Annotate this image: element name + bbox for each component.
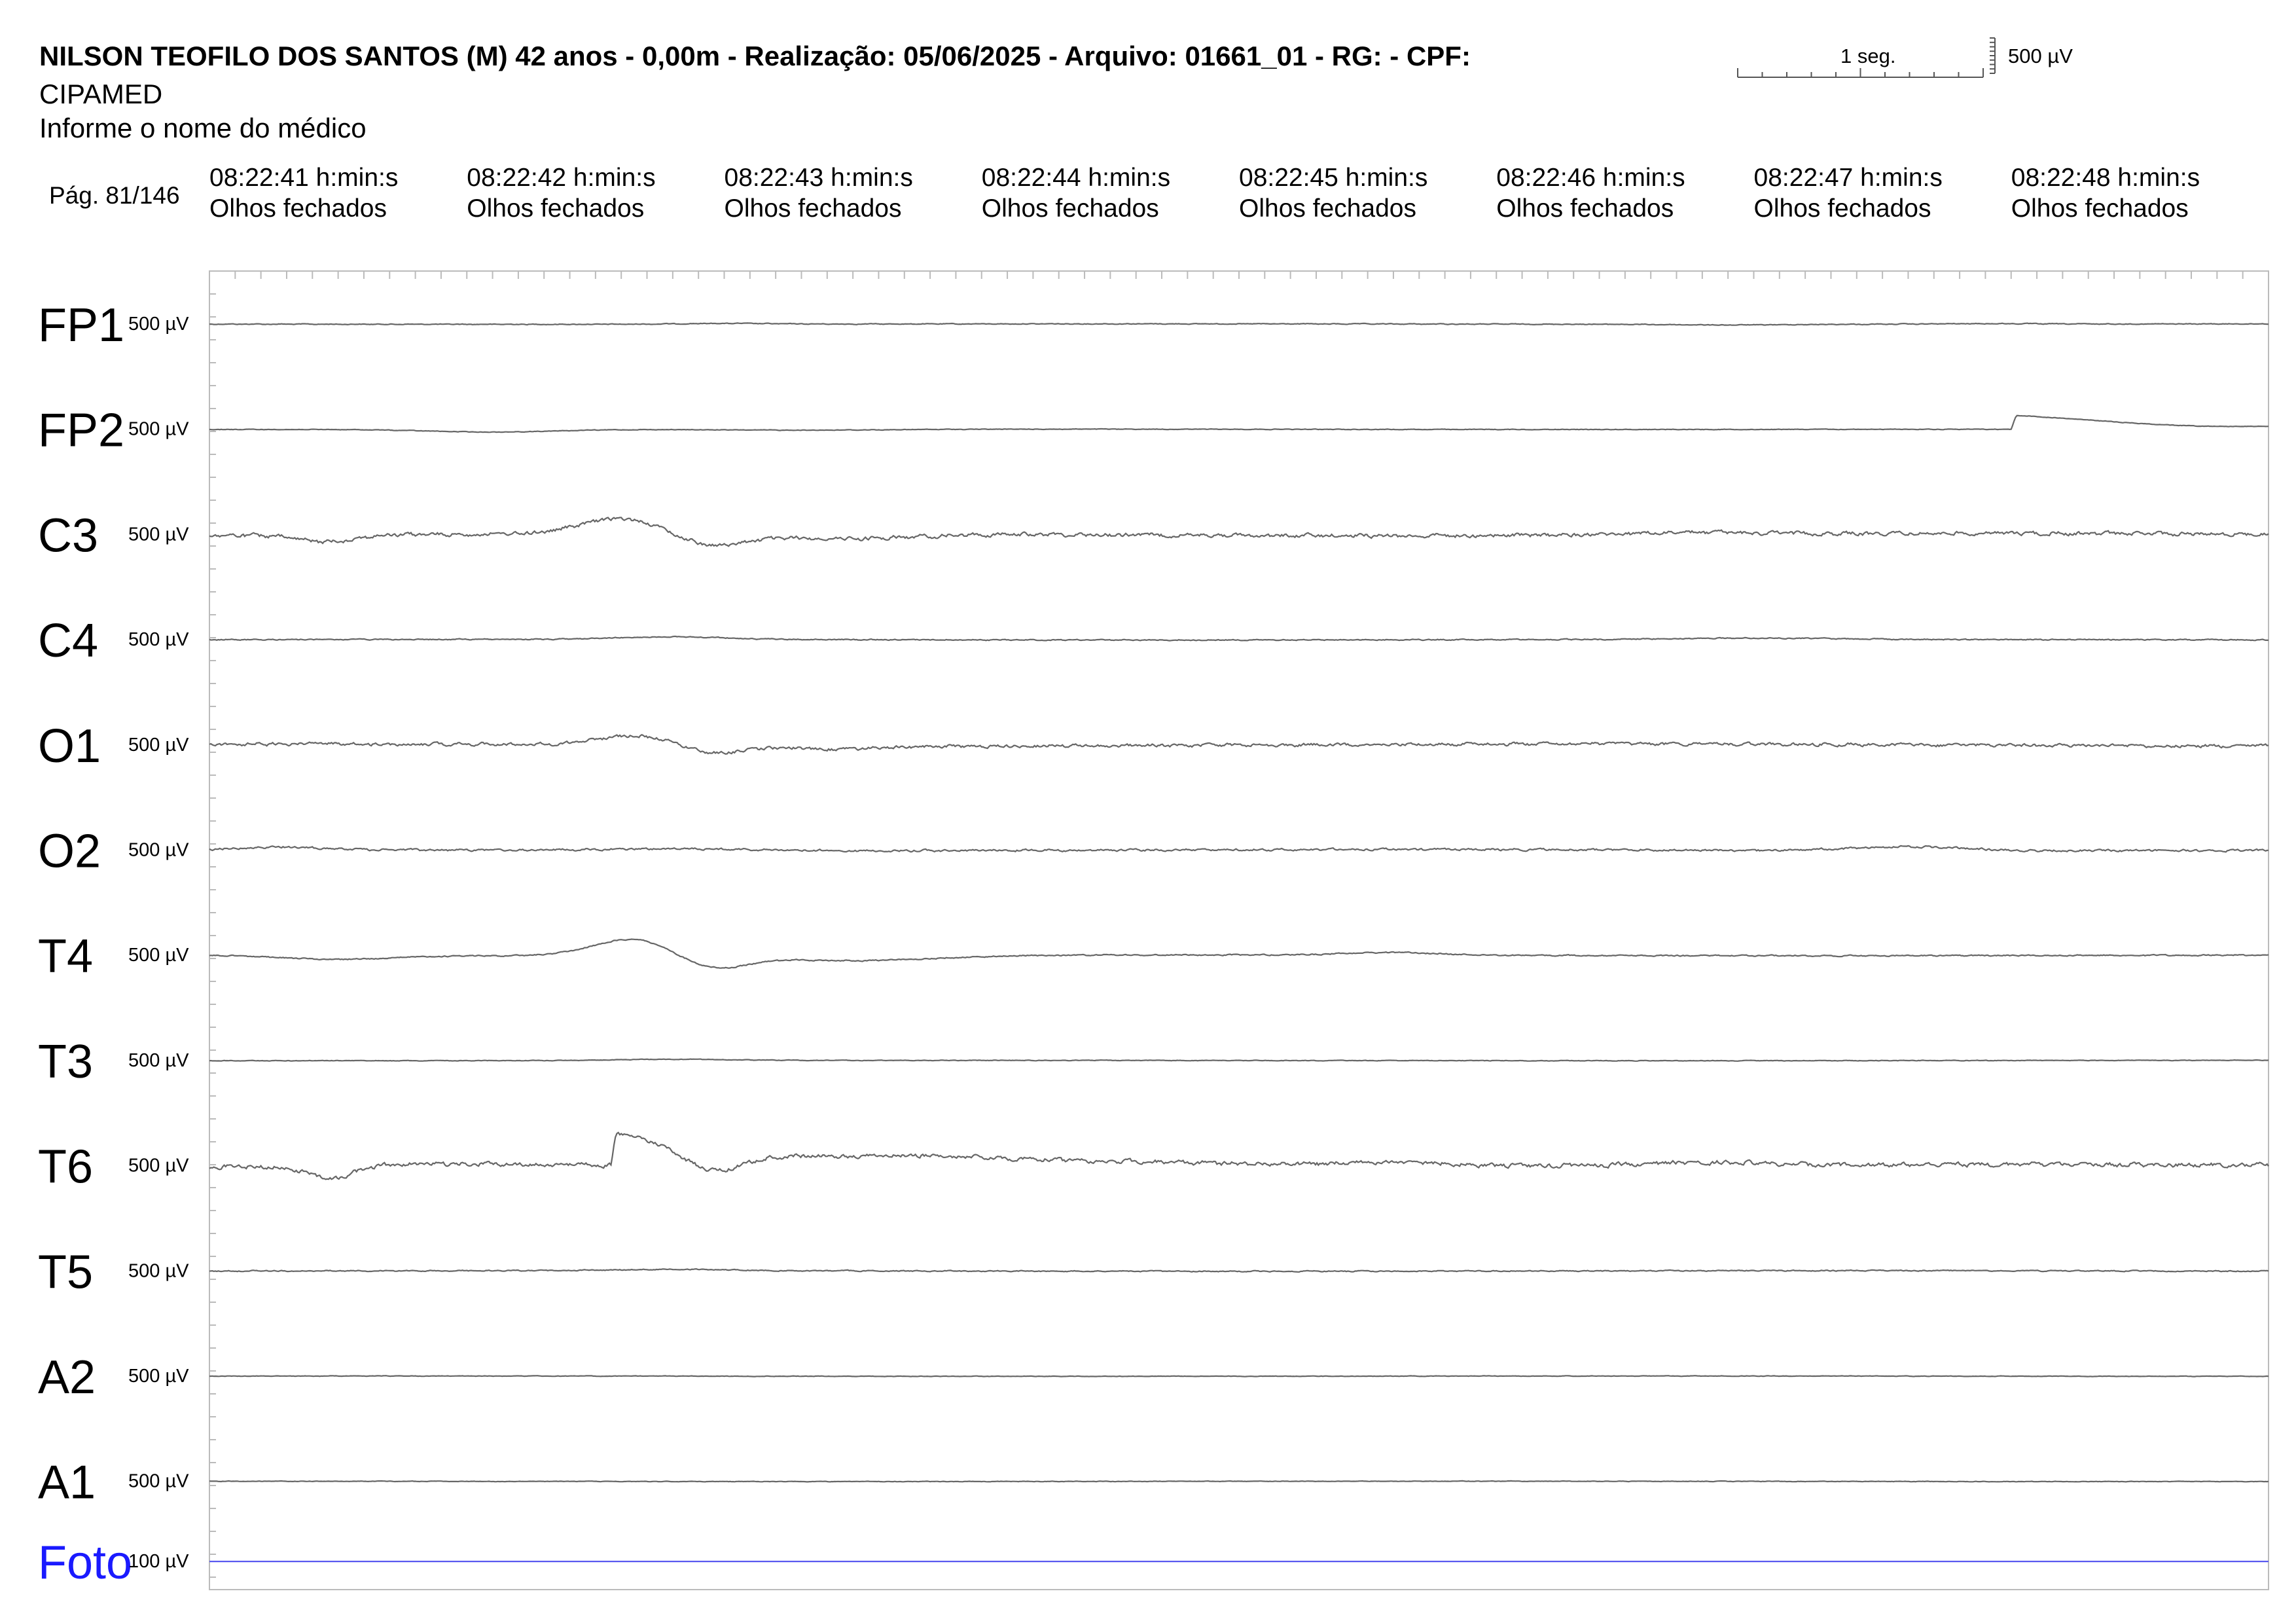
channel-trace-fp2 [209, 414, 2269, 433]
channel-scale: 500 µV [128, 1366, 189, 1387]
eeg-chart: FP1 500 µVFP2 500 µVC3 500 µVC4 500 µVO1 500 … [38, 37, 2269, 1590]
channel-trace-a2 [209, 1375, 2269, 1377]
channel-trace-fp1 [209, 322, 2269, 326]
channel-trace-a1 [209, 1480, 2269, 1483]
channel-label: T6 [38, 1141, 93, 1194]
channel-scale: 500 µV [128, 735, 189, 756]
channel-label: C3 [38, 509, 98, 562]
channel-label: Foto [38, 1537, 132, 1589]
channel-scale: 500 µV [128, 1156, 189, 1176]
channel-label: O2 [38, 826, 101, 878]
channel-label: T3 [38, 1036, 93, 1088]
channel-label: C4 [38, 615, 98, 667]
channel-scale: 500 µV [128, 1050, 189, 1071]
channel-scale: 500 µV [128, 945, 189, 966]
channel-scale: 500 µV [128, 840, 189, 861]
channel-label: T5 [38, 1246, 93, 1298]
channel-trace-t5 [209, 1267, 2269, 1273]
channel-label: FP1 [38, 299, 124, 352]
channel-trace-t4 [209, 938, 2269, 969]
channel-label: FP2 [38, 405, 124, 457]
channel-trace-c3 [209, 517, 2269, 547]
channel-trace-t6 [209, 1131, 2269, 1180]
channel-scale: 500 µV [128, 524, 189, 545]
channel-trace-o2 [209, 845, 2269, 853]
channel-trace-o1 [209, 734, 2269, 755]
channel-label: A2 [38, 1351, 96, 1404]
channel-scale: 500 µV [128, 1260, 189, 1281]
channel-trace-c4 [209, 635, 2269, 642]
channel-scale: 500 µV [128, 1471, 189, 1492]
channel-label: A1 [38, 1457, 96, 1509]
channel-trace-t3 [209, 1058, 2269, 1062]
channel-scale: 500 µV [128, 629, 189, 650]
channel-label: T4 [38, 930, 93, 983]
channel-scale: 500 µV [128, 314, 189, 335]
plot-frame [209, 270, 2269, 1590]
channel-scale: 500 µV [128, 419, 189, 440]
channel-scale: 100 µV [128, 1551, 189, 1572]
channel-label: O1 [38, 720, 101, 773]
